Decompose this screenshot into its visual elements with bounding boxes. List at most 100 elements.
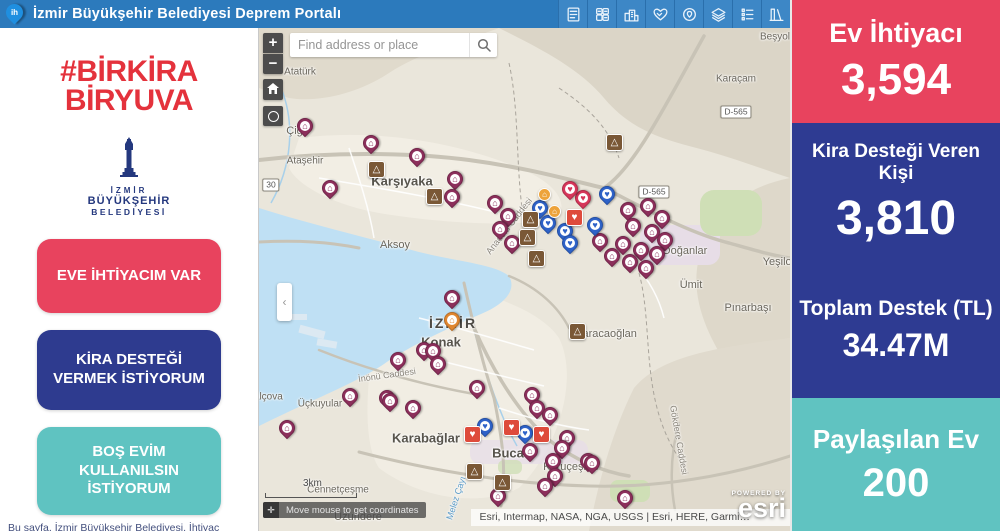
- support-pin-glyph: ♥: [602, 189, 612, 199]
- camp-site-marker[interactable]: △: [494, 474, 511, 491]
- aid-station-marker[interactable]: ♥: [503, 419, 520, 436]
- house-need-pin-glyph: ⌂: [503, 211, 513, 221]
- map-canvas[interactable]: AtatürkÇiğliAtaşehirKarşıyakaAksoyBeşyol…: [259, 28, 790, 531]
- aid-station-marker[interactable]: ♥: [464, 426, 481, 443]
- stat-value: 3,594: [841, 55, 951, 105]
- stat-block-3: Paylaşılan Ev200: [792, 398, 1000, 531]
- camp-site-marker[interactable]: △: [528, 250, 545, 267]
- house-need-pin[interactable]: ⌂: [522, 443, 538, 459]
- share-empty-home-button[interactable]: BOŞ EVİM KULLANILSIN İSTİYORUM: [37, 427, 221, 515]
- legend-list-icon[interactable]: [732, 0, 761, 28]
- house-need-pin[interactable]: ⌂: [409, 148, 425, 164]
- locate-me-button[interactable]: [263, 106, 283, 126]
- house-need-pin[interactable]: ⌂: [405, 400, 421, 416]
- aid-station-marker[interactable]: ♥: [566, 209, 583, 226]
- calculator-grid-icon[interactable]: [587, 0, 616, 28]
- house-need-pin-glyph: ⌂: [412, 151, 422, 161]
- house-need-pin-glyph: ⌂: [652, 249, 662, 259]
- house-need-pin[interactable]: ⌂: [620, 202, 636, 218]
- home-extent-button[interactable]: [263, 79, 283, 100]
- need-home-button[interactable]: EVE İHTİYACIM VAR: [37, 239, 221, 313]
- house-need-pin-glyph: ⌂: [647, 227, 657, 237]
- document-icon[interactable]: [558, 0, 587, 28]
- location-pin-icon[interactable]: [674, 0, 703, 28]
- stat-block-0: Ev İhtiyacı3,594: [792, 0, 1000, 123]
- give-rent-support-button[interactable]: KİRA DESTEĞİ VERMEK İSTİYORUM: [37, 330, 221, 410]
- orange-dot-marker[interactable]: ⌂: [538, 188, 551, 201]
- portal-logo-text: ih: [6, 4, 23, 21]
- camp-site-marker[interactable]: △: [606, 134, 623, 151]
- camp-site-marker[interactable]: △: [569, 323, 586, 340]
- stat-label: Toplam Destek (TL): [799, 297, 992, 321]
- support-pin[interactable]: ♥: [599, 186, 615, 202]
- house-need-pin[interactable]: ⌂: [617, 490, 633, 506]
- house-need-pin[interactable]: ⌂: [615, 236, 631, 252]
- esri-logo[interactable]: POWERED BY esri: [732, 490, 786, 520]
- house-need-pin[interactable]: ⌂: [584, 455, 600, 471]
- house-need-pin[interactable]: ⌂: [322, 180, 338, 196]
- camp-site-marker[interactable]: △: [519, 229, 536, 246]
- stat-label: Kira Desteği Veren Kişi: [798, 141, 994, 185]
- house-need-pin[interactable]: ⌂: [638, 260, 654, 276]
- orange-pin[interactable]: ⌂: [444, 312, 460, 328]
- camp-site-marker[interactable]: △: [368, 161, 385, 178]
- house-need-pin[interactable]: ⌂: [390, 352, 406, 368]
- house-need-pin[interactable]: ⌂: [297, 118, 313, 134]
- house-need-pin[interactable]: ⌂: [542, 407, 558, 423]
- panel-collapse-handle[interactable]: ‹: [277, 283, 292, 321]
- house-need-pin[interactable]: ⌂: [545, 453, 561, 469]
- campaign-logo: #BİRKİRA BİRYUVA: [0, 58, 258, 115]
- logo-line2: BÜYÜKŞEHİR: [0, 195, 258, 207]
- house-need-pin[interactable]: ⌂: [444, 290, 460, 306]
- aid-station-marker[interactable]: ♥: [533, 426, 550, 443]
- house-need-pin-glyph: ⌂: [628, 221, 638, 231]
- house-need-pin-glyph: ⌂: [385, 396, 395, 406]
- library-books-icon[interactable]: [761, 0, 790, 28]
- house-need-pin[interactable]: ⌂: [447, 171, 463, 187]
- house-need-pin[interactable]: ⌂: [625, 218, 641, 234]
- clock-tower-icon: [112, 137, 146, 183]
- search-button[interactable]: [469, 33, 497, 57]
- house-need-pin[interactable]: ⌂: [342, 388, 358, 404]
- layers-icon[interactable]: [703, 0, 732, 28]
- house-need-pin-glyph: ⌂: [408, 403, 418, 413]
- zoom-out-button[interactable]: −: [263, 54, 283, 74]
- house-need-pin-glyph: ⌂: [557, 443, 567, 453]
- camp-site-marker[interactable]: △: [466, 463, 483, 480]
- stat-value: 200: [863, 461, 930, 506]
- house-need-pin[interactable]: ⌂: [279, 420, 295, 436]
- buildings-icon[interactable]: [616, 0, 645, 28]
- support-pin-glyph: ♥: [520, 428, 530, 438]
- support-pin[interactable]: ♥: [587, 217, 603, 233]
- locate-icon: [268, 111, 279, 122]
- house-need-pin-glyph: ⌂: [641, 263, 651, 273]
- house-need-pin[interactable]: ⌂: [537, 478, 553, 494]
- house-need-pin-glyph: ⌂: [433, 359, 443, 369]
- deprem-portal-app: ih İzmir Büyükşehir Belediyesi Deprem Po…: [0, 0, 1000, 531]
- house-need-pin-glyph: ⌂: [507, 238, 517, 248]
- house-need-pin-glyph: ⌂: [643, 201, 653, 211]
- search-input[interactable]: [290, 33, 469, 57]
- camp-site-marker[interactable]: △: [426, 188, 443, 205]
- house-need-pin-glyph: ⌂: [625, 257, 635, 267]
- camp-site-marker[interactable]: △: [522, 211, 539, 228]
- house-need-pin-glyph: ⌂: [325, 183, 335, 193]
- house-need-pin[interactable]: ⌂: [430, 356, 446, 372]
- house-need-pin[interactable]: ⌂: [622, 254, 638, 270]
- heart-handshake-icon[interactable]: [645, 0, 674, 28]
- house-need-pin-glyph: ⌂: [282, 423, 292, 433]
- house-need-pin[interactable]: ⌂: [363, 135, 379, 151]
- support-pin-glyph: ♥: [590, 220, 600, 230]
- esri-logo-text: esri: [732, 497, 786, 520]
- stat-block-2: Toplam Destek (TL)34.47M: [792, 263, 1000, 398]
- house-need-pin[interactable]: ⌂: [382, 393, 398, 409]
- campaign-line2: BİRYUVA: [0, 87, 258, 116]
- orange-dot-marker[interactable]: ⌂: [548, 205, 561, 218]
- house-need-pin[interactable]: ⌂: [469, 380, 485, 396]
- support-pin[interactable]: ♥: [562, 235, 578, 251]
- heart-pin[interactable]: ♥: [562, 181, 578, 197]
- house-need-pin[interactable]: ⌂: [504, 235, 520, 251]
- zoom-in-button[interactable]: +: [263, 33, 283, 53]
- house-need-pin-glyph: ⌂: [493, 491, 503, 501]
- house-need-pin[interactable]: ⌂: [444, 189, 460, 205]
